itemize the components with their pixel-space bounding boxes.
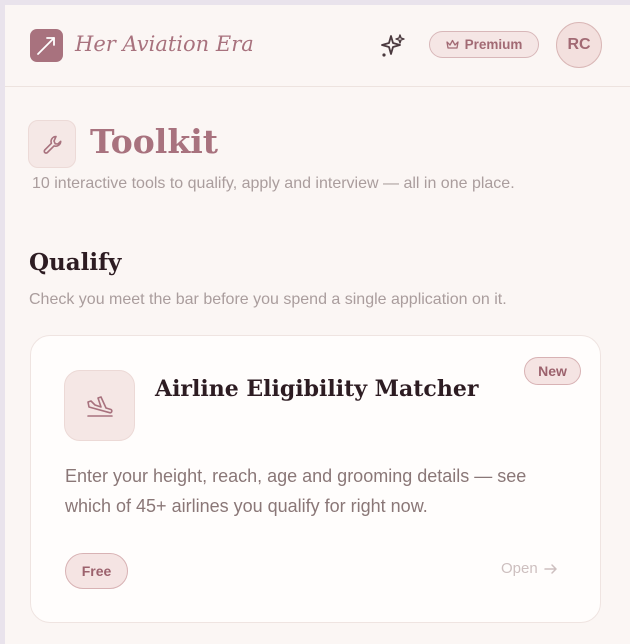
- section-description: Check you meet the bar before you spend …: [29, 291, 507, 308]
- page-subtitle: 10 interactive tools to qualify, apply a…: [32, 175, 515, 192]
- premium-button[interactable]: Premium: [429, 31, 539, 58]
- new-badge: New: [524, 357, 581, 385]
- app-frame: Her Aviation Era Premium RC Toolkit 10 i…: [5, 5, 630, 644]
- airplane-landing-icon: [64, 370, 135, 441]
- app-header: Her Aviation Era Premium RC: [5, 5, 630, 87]
- price-badge: Free: [65, 553, 128, 589]
- page-title: Toolkit: [90, 122, 218, 161]
- plane-takeoff-arrow-icon[interactable]: [30, 29, 63, 62]
- section-title: Qualify: [29, 249, 122, 276]
- tool-description: Enter your height, reach, age and groomi…: [65, 466, 527, 516]
- user-avatar[interactable]: RC: [556, 22, 602, 68]
- sparkle-icon[interactable]: [379, 32, 407, 60]
- crown-icon: [445, 39, 459, 49]
- wrench-icon: [28, 120, 76, 168]
- tool-title: Airline Eligibility Matcher: [155, 376, 479, 402]
- brand-name[interactable]: Her Aviation Era: [75, 32, 254, 56]
- tool-card-airline-eligibility[interactable]: New Airline Eligibility Matcher Enter yo…: [30, 335, 601, 623]
- open-link[interactable]: Open: [501, 560, 558, 577]
- open-label: Open: [501, 560, 538, 577]
- arrow-right-icon: [543, 563, 557, 574]
- premium-label: Premium: [464, 37, 523, 52]
